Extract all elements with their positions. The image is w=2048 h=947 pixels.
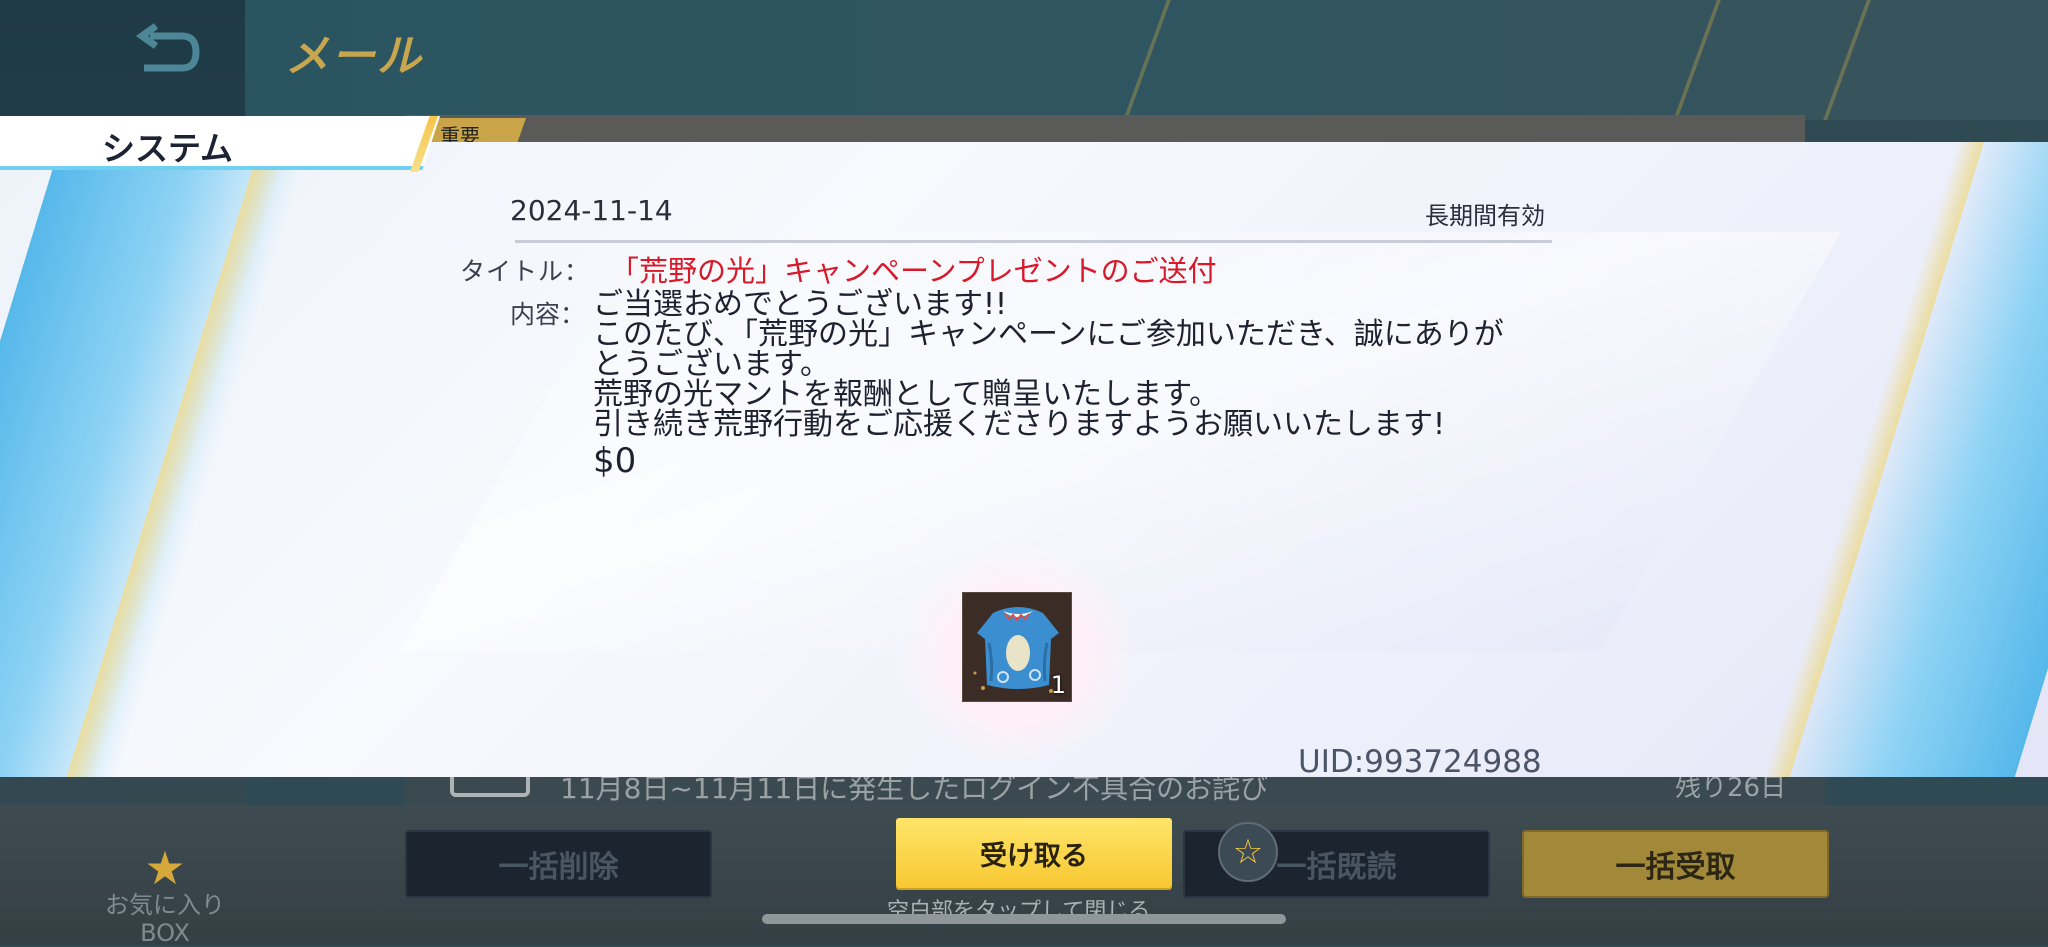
envelope-icon — [450, 777, 530, 797]
mail-list-row-days: 残り26日 — [1675, 777, 1787, 803]
title-label: タイトル： — [460, 257, 591, 286]
mail-body-line: 引き続き荒野行動をご応援くださりますようお願いいたします! — [593, 407, 1446, 442]
favorites-box-label: BOX — [140, 919, 190, 947]
claim-all-button[interactable]: 一括受取 — [1522, 830, 1829, 898]
mail-list-row-title: 11月8日~11月11日に発生したログイン不具合のお詫び — [560, 777, 1269, 805]
mail-body-line: ご当選おめでとうございます!! — [593, 287, 1008, 322]
mail-body-line: とうございます。 — [593, 347, 830, 382]
uid-label: UID:993724988 — [1298, 744, 1542, 780]
mail-body-amount: $0 — [593, 441, 637, 481]
mail-body-line: 荒野の光マントを報酬として贈呈いたします。 — [593, 377, 1220, 412]
reward-count: 1 — [1050, 671, 1066, 699]
delete-all-button[interactable]: 一括削除 — [405, 830, 712, 898]
mail-validity: 長期間有効 — [1425, 202, 1545, 230]
receive-button[interactable]: 受け取る — [896, 818, 1172, 888]
mail-subject: 「荒野の光」キャンペーンプレゼントのご送付 — [610, 254, 1217, 288]
mail-list-strip — [405, 115, 1805, 145]
content-label: 内容： — [510, 300, 586, 329]
tab-system-label: システム — [102, 129, 234, 168]
reward-item[interactable]: 1 — [962, 592, 1072, 702]
tab-system[interactable]: システム — [0, 116, 440, 170]
page-title: メール — [285, 31, 423, 82]
mail-body: ご当選おめでとうございます!! このたび、「荒野の光」キャンペーンにご参加いただ… — [593, 287, 1553, 481]
mail-body-line: このたび、「荒野の光」キャンペーンにご参加いただき、誠にありが — [593, 317, 1504, 352]
divider — [515, 240, 1552, 243]
favorites-box-button[interactable]: ★ お気に入り BOX — [100, 845, 230, 947]
mail-date: 2024-11-14 — [510, 194, 673, 227]
home-indicator[interactable] — [762, 914, 1286, 924]
favorites-box-label: お気に入り — [105, 891, 225, 919]
mail-list-row[interactable]: 11月8日~11月11日に発生したログイン不具合のお詫び 残り26日 — [405, 777, 1825, 805]
back-arrow-icon[interactable] — [130, 22, 202, 82]
favorite-star-icon[interactable]: ☆ — [1218, 822, 1278, 882]
header-bar — [245, 0, 2048, 120]
star-icon: ★ — [144, 841, 186, 895]
